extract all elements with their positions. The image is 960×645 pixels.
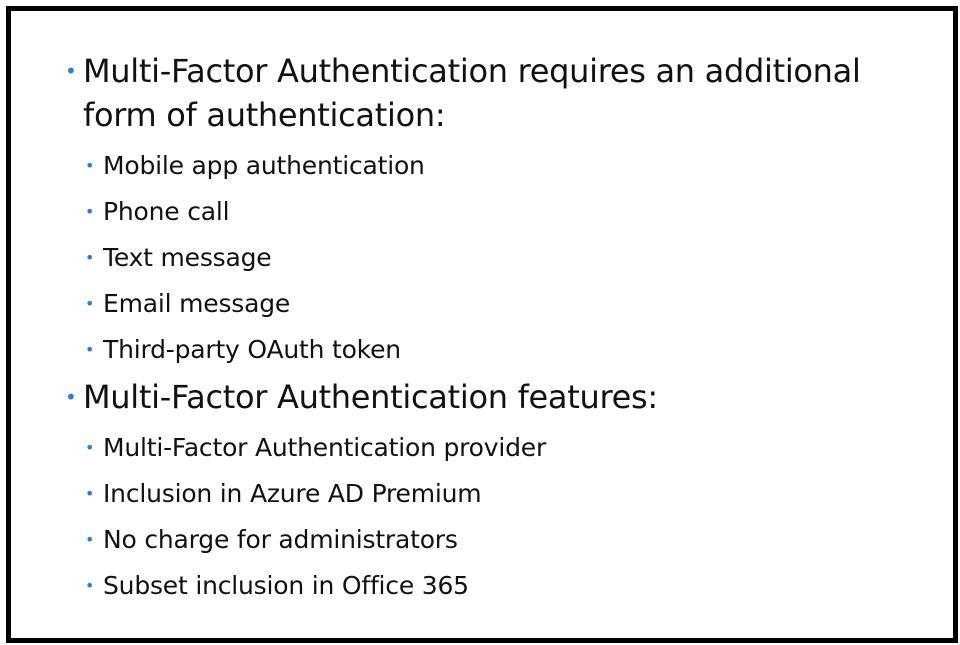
bullet-icon: • bbox=[85, 156, 95, 175]
section-heading: Multi-Factor Authentication requires an … bbox=[83, 52, 861, 134]
bullet-icon: • bbox=[65, 385, 77, 409]
bullet-icon: • bbox=[85, 248, 95, 267]
list-item-text: Text message bbox=[103, 243, 272, 272]
list-item: • Text message bbox=[83, 235, 933, 281]
bullet-icon: • bbox=[85, 484, 95, 503]
bullet-icon: • bbox=[85, 294, 95, 313]
section-heading: Multi-Factor Authentication features: bbox=[83, 378, 658, 416]
list-item-text: Inclusion in Azure AD Premium bbox=[103, 479, 482, 508]
bullet-icon: • bbox=[85, 530, 95, 549]
list-item-text: Phone call bbox=[103, 197, 230, 226]
list-item: • Inclusion in Azure AD Premium bbox=[83, 471, 933, 517]
sub-bullet-list: • Multi-Factor Authentication provider •… bbox=[83, 425, 933, 609]
bullet-icon: • bbox=[85, 576, 95, 595]
list-item: • Email message bbox=[83, 281, 933, 327]
bullet-icon: • bbox=[85, 202, 95, 221]
bullet-icon: • bbox=[85, 438, 95, 457]
list-item: • Third-party OAuth token bbox=[83, 327, 933, 373]
list-item: • Multi-Factor Authentication provider bbox=[83, 425, 933, 471]
list-item-text: Subset inclusion in Office 365 bbox=[103, 571, 469, 600]
slide-frame: • Multi-Factor Authentication requires a… bbox=[6, 6, 958, 643]
list-item-text: Third-party OAuth token bbox=[103, 335, 401, 364]
bullet-icon: • bbox=[85, 340, 95, 359]
list-item-text: Multi-Factor Authentication provider bbox=[103, 433, 547, 462]
section-mfa-features: • Multi-Factor Authentication features: … bbox=[63, 375, 933, 609]
section-mfa-requirements: • Multi-Factor Authentication requires a… bbox=[63, 49, 933, 373]
list-item: • Mobile app authentication bbox=[83, 143, 933, 189]
bullet-list: • Multi-Factor Authentication requires a… bbox=[63, 49, 933, 609]
list-item-text: Email message bbox=[103, 289, 291, 318]
bullet-icon: • bbox=[65, 59, 77, 83]
list-item-text: Mobile app authentication bbox=[103, 151, 425, 180]
list-item: • Subset inclusion in Office 365 bbox=[83, 563, 933, 609]
list-item-text: No charge for administrators bbox=[103, 525, 458, 554]
list-item: • Phone call bbox=[83, 189, 933, 235]
sub-bullet-list: • Mobile app authentication • Phone call… bbox=[83, 143, 933, 373]
slide-content: • Multi-Factor Authentication requires a… bbox=[63, 49, 933, 609]
list-item: • No charge for administrators bbox=[83, 517, 933, 563]
